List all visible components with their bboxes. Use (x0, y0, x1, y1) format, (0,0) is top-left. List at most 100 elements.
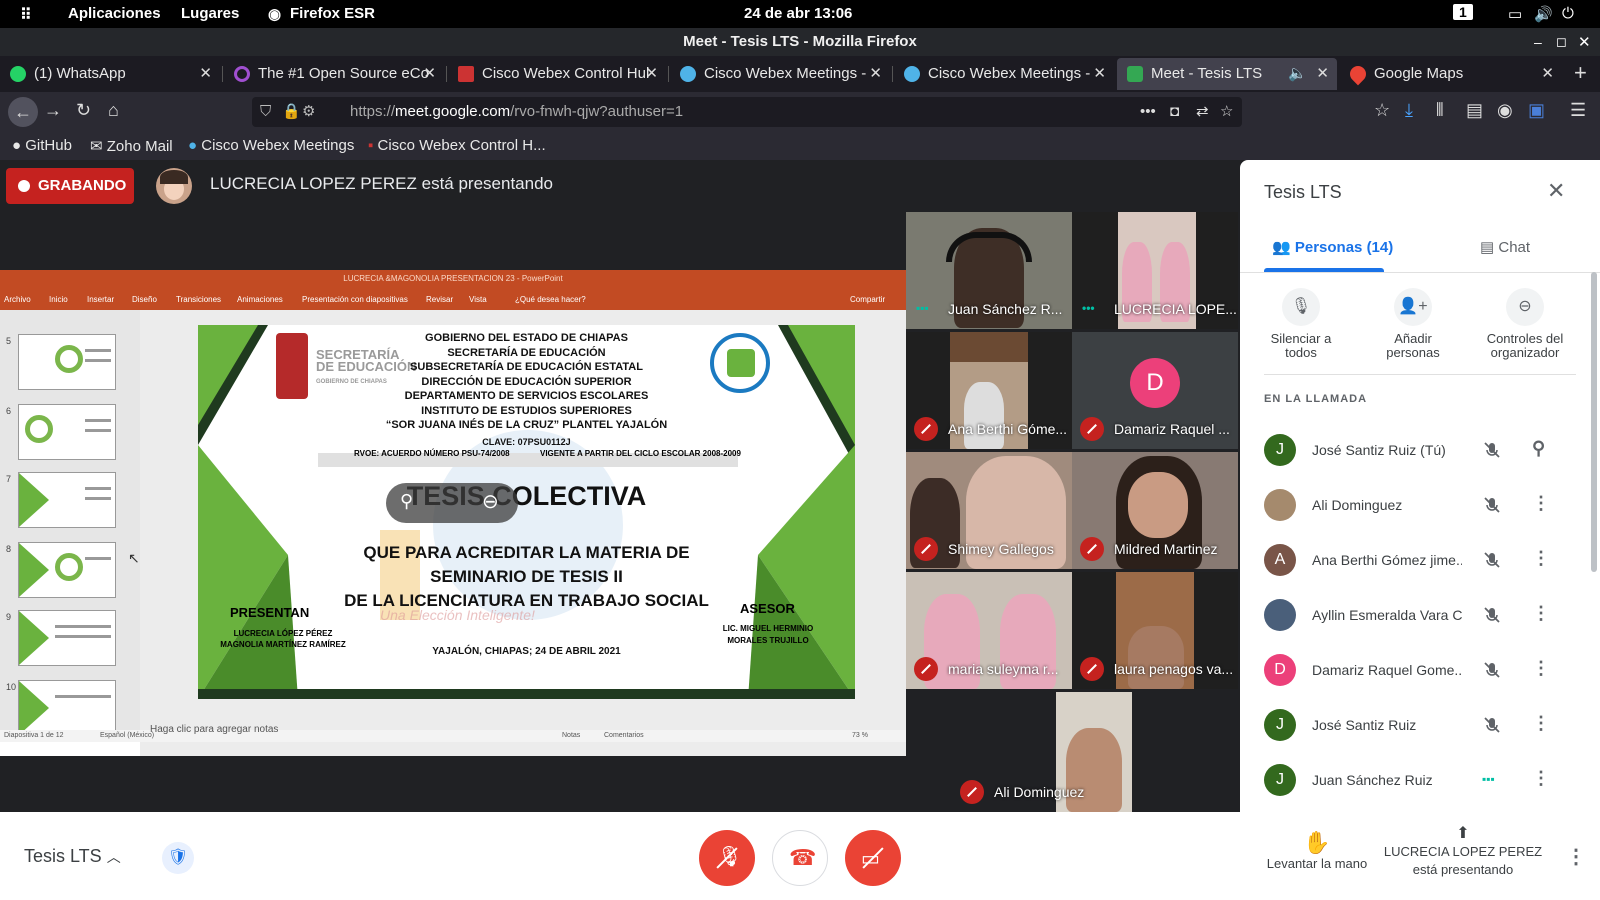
minimize-icon[interactable]: – (1534, 34, 1542, 50)
workspace-indicator[interactable]: 1 (1453, 4, 1473, 20)
meeting-details-button[interactable]: Tesis LTS ︿ (24, 846, 121, 867)
permissions-icon[interactable]: ⚙ (302, 97, 315, 127)
volume-icon[interactable]: 🔊 (1534, 5, 1553, 23)
tab-webex-control[interactable]: Cisco Webex Control Hul ✕ (448, 58, 666, 90)
page-actions-icon[interactable]: ••• (1140, 97, 1156, 127)
close-tab-icon[interactable]: ✕ (645, 58, 658, 90)
more-options-icon[interactable]: ⋮ (1532, 658, 1550, 679)
translate-extension-icon[interactable]: ▣ (1528, 100, 1545, 121)
host-controls-button[interactable]: ⊖ Controles del organizador (1470, 288, 1580, 360)
new-tab-icon[interactable]: + (1574, 60, 1587, 86)
participant-tile[interactable]: Ali Dominguez (906, 692, 1238, 812)
bookmark-webex-meetings[interactable]: ● Cisco Webex Meetings (188, 137, 354, 154)
slide-overlay-controls[interactable]: ⚲ ⊖ (386, 483, 518, 523)
more-options-icon[interactable]: ⋮ (1532, 493, 1550, 514)
participant-tile[interactable]: ••• LUCRECIA LOPE... (1072, 212, 1238, 329)
places-menu[interactable]: Lugares (181, 5, 239, 22)
participant-row[interactable]: A Ana Berthi Gómez jime... ⋮ (1264, 538, 1574, 584)
participant-row[interactable]: J José Santiz Ruiz (Tú) ⚲ (1264, 428, 1574, 474)
close-window-icon[interactable]: ✕ (1578, 33, 1591, 51)
more-options-icon[interactable]: ⋮ (1566, 844, 1586, 869)
tab-google-maps[interactable]: Google Maps ✕ (1340, 58, 1562, 90)
leave-call-button[interactable]: ☎ (772, 830, 828, 886)
participant-row[interactable]: Ali Dominguez ⋮ (1264, 483, 1574, 529)
close-tab-icon[interactable]: ✕ (423, 58, 436, 90)
tab-people[interactable]: 👥 Personas (14) (1272, 238, 1393, 256)
tab-webex-meetings-2[interactable]: Cisco Webex Meetings - ✕ (894, 58, 1114, 90)
mic-off-icon[interactable] (1482, 550, 1502, 570)
url-bar[interactable]: ⛉ 🔒 ⚙ https://meet.google.com/rvo-fnwh-q… (252, 97, 1242, 127)
power-icon[interactable]: ⏻ (1562, 5, 1574, 22)
applications-menu[interactable]: Aplicaciones (68, 5, 161, 22)
account-icon[interactable]: ◉ (1497, 100, 1513, 121)
tab-webex-meetings-1[interactable]: Cisco Webex Meetings - ✕ (670, 58, 890, 90)
lock-icon[interactable]: 🔒 (282, 97, 301, 127)
bookmark-star-icon[interactable]: ☆ (1220, 97, 1233, 127)
participant-tile[interactable]: Mildred Martinez (1072, 452, 1238, 569)
library-icon[interactable]: ⫴ (1436, 100, 1444, 121)
shield-icon[interactable]: ⛉ (260, 97, 271, 127)
add-people-button[interactable]: 👤+ Añadir personas (1358, 288, 1468, 360)
participant-tile[interactable]: maria suleyma r... (906, 572, 1072, 689)
apps-grid-icon[interactable]: ⠿ (20, 5, 32, 25)
clock[interactable]: 24 de abr 13:06 (744, 5, 852, 22)
participant-row[interactable]: D Damariz Raquel Gome... ⋮ (1264, 648, 1574, 694)
participant-tile[interactable]: Ana Berthi Góme... (906, 332, 1072, 449)
participant-row[interactable]: J Juan Sánchez Ruiz ▪▪▪ ⋮ (1264, 758, 1574, 804)
close-tab-icon[interactable]: ✕ (1541, 58, 1554, 90)
sidebar-icon[interactable]: ▤ (1466, 100, 1483, 121)
maximize-icon[interactable]: ◻ (1556, 34, 1567, 50)
more-options-icon[interactable]: ⋮ (1532, 548, 1550, 569)
more-options-icon[interactable]: ⋮ (1532, 713, 1550, 734)
close-tab-icon[interactable]: ✕ (869, 58, 882, 90)
participant-tile[interactable]: D Damariz Raquel ... (1072, 332, 1238, 449)
back-icon[interactable]: ← (8, 97, 38, 127)
recording-badge[interactable]: GRABANDO (6, 168, 134, 204)
mic-off-icon[interactable] (1482, 660, 1502, 680)
mute-all-button[interactable]: 🎙 Silenciar a todos (1246, 288, 1356, 360)
bookmark-webex-control[interactable]: ▪ Cisco Webex Control H... (368, 137, 546, 154)
menu-icon[interactable]: ☰ (1570, 100, 1586, 121)
participant-row[interactable]: J José Santiz Ruiz ⋮ (1264, 703, 1574, 749)
participant-tile[interactable]: Shimey Gallegos (906, 452, 1072, 569)
translate-icon[interactable]: ⇄ (1196, 97, 1209, 127)
close-tab-icon[interactable]: ✕ (1093, 58, 1106, 90)
participant-tile[interactable]: ▪▪▪ Juan Sánchez R... (906, 212, 1072, 329)
mic-off-icon[interactable] (1482, 440, 1502, 460)
camera-toggle-button[interactable]: ▭ (845, 830, 901, 886)
mic-off-icon[interactable] (1482, 605, 1502, 625)
bookmark-zoho[interactable]: ✉ Zoho Mail (90, 137, 173, 155)
forward-icon[interactable]: → (44, 100, 62, 121)
home-icon[interactable]: ⌂ (108, 100, 119, 121)
url-text[interactable]: https://meet.google.com/rvo-fnwh-qjw?aut… (350, 97, 683, 127)
raise-hand-button[interactable]: ✋ Levantar la mano (1252, 830, 1382, 871)
pocket-icon[interactable]: ◘ (1170, 97, 1179, 127)
panel-scrollbar[interactable] (1591, 272, 1597, 572)
pocket-save-icon[interactable]: ☆ (1374, 100, 1390, 121)
downloads-icon[interactable]: ⤓ (1405, 100, 1413, 121)
tab-whatsapp[interactable]: (1) WhatsApp ✕ (0, 58, 220, 90)
pin-icon[interactable]: ⚲ (400, 491, 413, 512)
screen-icon[interactable]: ▭ (1508, 5, 1522, 23)
microphone-toggle-button[interactable]: 🎙 (699, 830, 755, 886)
close-tab-icon[interactable]: ✕ (199, 58, 212, 90)
presentation-button[interactable]: ⬆ LUCRECIA LOPEZ PEREZ está presentando (1383, 825, 1543, 879)
mic-off-icon[interactable] (1482, 715, 1502, 735)
close-tab-icon[interactable]: ✕ (1316, 58, 1329, 90)
participant-row[interactable]: Ayllin Esmeralda Vara C... ⋮ (1264, 593, 1574, 639)
more-options-icon[interactable]: ⋮ (1532, 768, 1550, 789)
firefox-app-menu[interactable]: Firefox ESR (290, 5, 375, 22)
remove-icon[interactable]: ⊖ (482, 489, 499, 514)
speaker-muted-icon[interactable]: 🔈 (1288, 58, 1307, 90)
close-icon[interactable]: ✕ (1547, 178, 1565, 204)
participant-tile[interactable]: laura penagos va... (1072, 572, 1238, 689)
tab-chat[interactable]: ▤ Chat (1480, 238, 1530, 256)
mic-off-icon[interactable] (1482, 495, 1502, 515)
pin-icon[interactable]: ⚲ (1532, 438, 1545, 459)
bookmark-github[interactable]: ● GitHub (12, 137, 72, 154)
reload-icon[interactable]: ↻ (76, 100, 91, 121)
more-options-icon[interactable]: ⋮ (1532, 603, 1550, 624)
tab-meet[interactable]: Meet - Tesis LTS 🔈 ✕ (1117, 58, 1337, 90)
tab-opensource[interactable]: The #1 Open Source eCo ✕ (224, 58, 444, 90)
security-shield-icon[interactable]: 🛡 (162, 842, 194, 874)
